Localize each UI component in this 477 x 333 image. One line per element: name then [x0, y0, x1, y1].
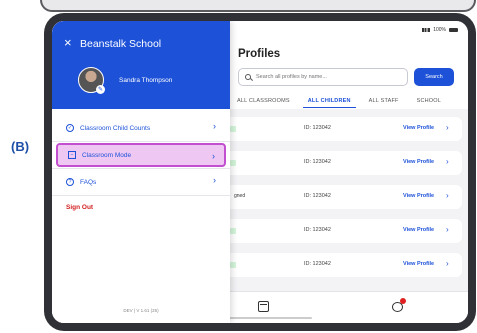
menu-item-label: Classroom Mode: [82, 151, 132, 159]
profile-id: ID: 123042: [304, 227, 331, 233]
calendar-icon[interactable]: [258, 301, 269, 312]
chevron-right-icon: ›: [446, 157, 449, 166]
chevron-right-icon: ›: [446, 259, 449, 268]
view-profile-link[interactable]: View Profile: [403, 193, 434, 199]
menu-item-label: Classroom Child Counts: [80, 124, 151, 132]
sign-out-button[interactable]: Sign Out: [66, 204, 93, 211]
menu-item-faqs[interactable]: ? FAQs ›: [52, 169, 230, 195]
battery-icon: [449, 28, 458, 32]
menu-item-classroom-mode[interactable]: − Classroom Mode ›: [56, 143, 226, 167]
version-text: DEV | V 1.61 (25): [123, 308, 159, 313]
view-profile-link[interactable]: View Profile: [403, 261, 434, 267]
status-chip: [230, 126, 236, 132]
tab-all-classrooms[interactable]: ALL CLASSROOMS: [232, 95, 295, 108]
monitor-icon: −: [68, 151, 76, 159]
status-chip: [230, 262, 236, 268]
school-name: Beanstalk School: [80, 38, 162, 50]
divider: [52, 195, 230, 196]
drawer-menu: ✓ Classroom Child Counts › − Classroom M…: [52, 115, 230, 196]
chevron-right-icon: ›: [446, 225, 449, 234]
tablet-frame: 100% Profiles Search ALL CLASSROOMS ALL …: [44, 13, 476, 331]
search-input[interactable]: [256, 74, 396, 80]
signal-icon: [422, 28, 431, 32]
chevron-right-icon: ›: [446, 191, 449, 200]
screenshot-stage: (B) 100% Profiles Search all profiles by…: [0, 0, 477, 333]
notification-icon[interactable]: [392, 298, 406, 312]
status-chip: [230, 160, 236, 166]
search-button[interactable]: Search: [414, 68, 454, 86]
status-chip: [230, 228, 236, 234]
close-icon[interactable]: ×: [64, 36, 72, 49]
status-bar: 100%: [422, 27, 458, 33]
search-icon: [245, 74, 251, 80]
profile-id: ID: 123042: [304, 193, 331, 199]
profile-tabs: ALL CLASSROOMS ALL CHILDREN ALL STAFF SC…: [232, 95, 454, 108]
menu-item-label: FAQs: [80, 178, 97, 186]
user-name: Sandra Thompson: [119, 77, 173, 84]
battery-percent: 100%: [433, 27, 446, 33]
menu-item-classroom-child-counts[interactable]: ✓ Classroom Child Counts ›: [52, 115, 230, 141]
chevron-right-icon: ›: [446, 123, 449, 132]
help-circle-icon: ?: [66, 178, 74, 186]
chevron-right-icon: ›: [213, 175, 216, 185]
tab-all-children[interactable]: ALL CHILDREN: [302, 95, 356, 108]
search-box[interactable]: [238, 68, 408, 86]
view-profile-link[interactable]: View Profile: [403, 227, 434, 233]
divider: [52, 141, 230, 142]
status-text: gned: [234, 193, 246, 199]
page-title: Profiles: [238, 48, 281, 60]
tab-all-staff[interactable]: ALL STAFF: [364, 95, 404, 108]
profile-id: ID: 123042: [304, 125, 331, 131]
chevron-right-icon: ›: [213, 121, 216, 131]
profile-id: ID: 123042: [304, 159, 331, 165]
tab-school[interactable]: SCHOOL: [412, 95, 446, 108]
view-profile-link[interactable]: View Profile: [403, 125, 434, 131]
side-drawer: × Beanstalk School ✎ Sandra Thompson ✓ C…: [52, 21, 230, 323]
step-label: (B): [11, 139, 30, 154]
check-circle-icon: ✓: [66, 124, 74, 132]
previous-device-edge: [40, 0, 476, 12]
profile-id: ID: 123042: [304, 261, 331, 267]
view-profile-link[interactable]: View Profile: [403, 159, 434, 165]
drawer-header: × Beanstalk School ✎ Sandra Thompson: [52, 21, 230, 109]
notification-badge: [400, 298, 406, 304]
chevron-right-icon: ›: [212, 151, 215, 161]
edit-avatar-icon[interactable]: ✎: [96, 85, 105, 94]
tablet-screen: 100% Profiles Search ALL CLASSROOMS ALL …: [52, 21, 468, 323]
